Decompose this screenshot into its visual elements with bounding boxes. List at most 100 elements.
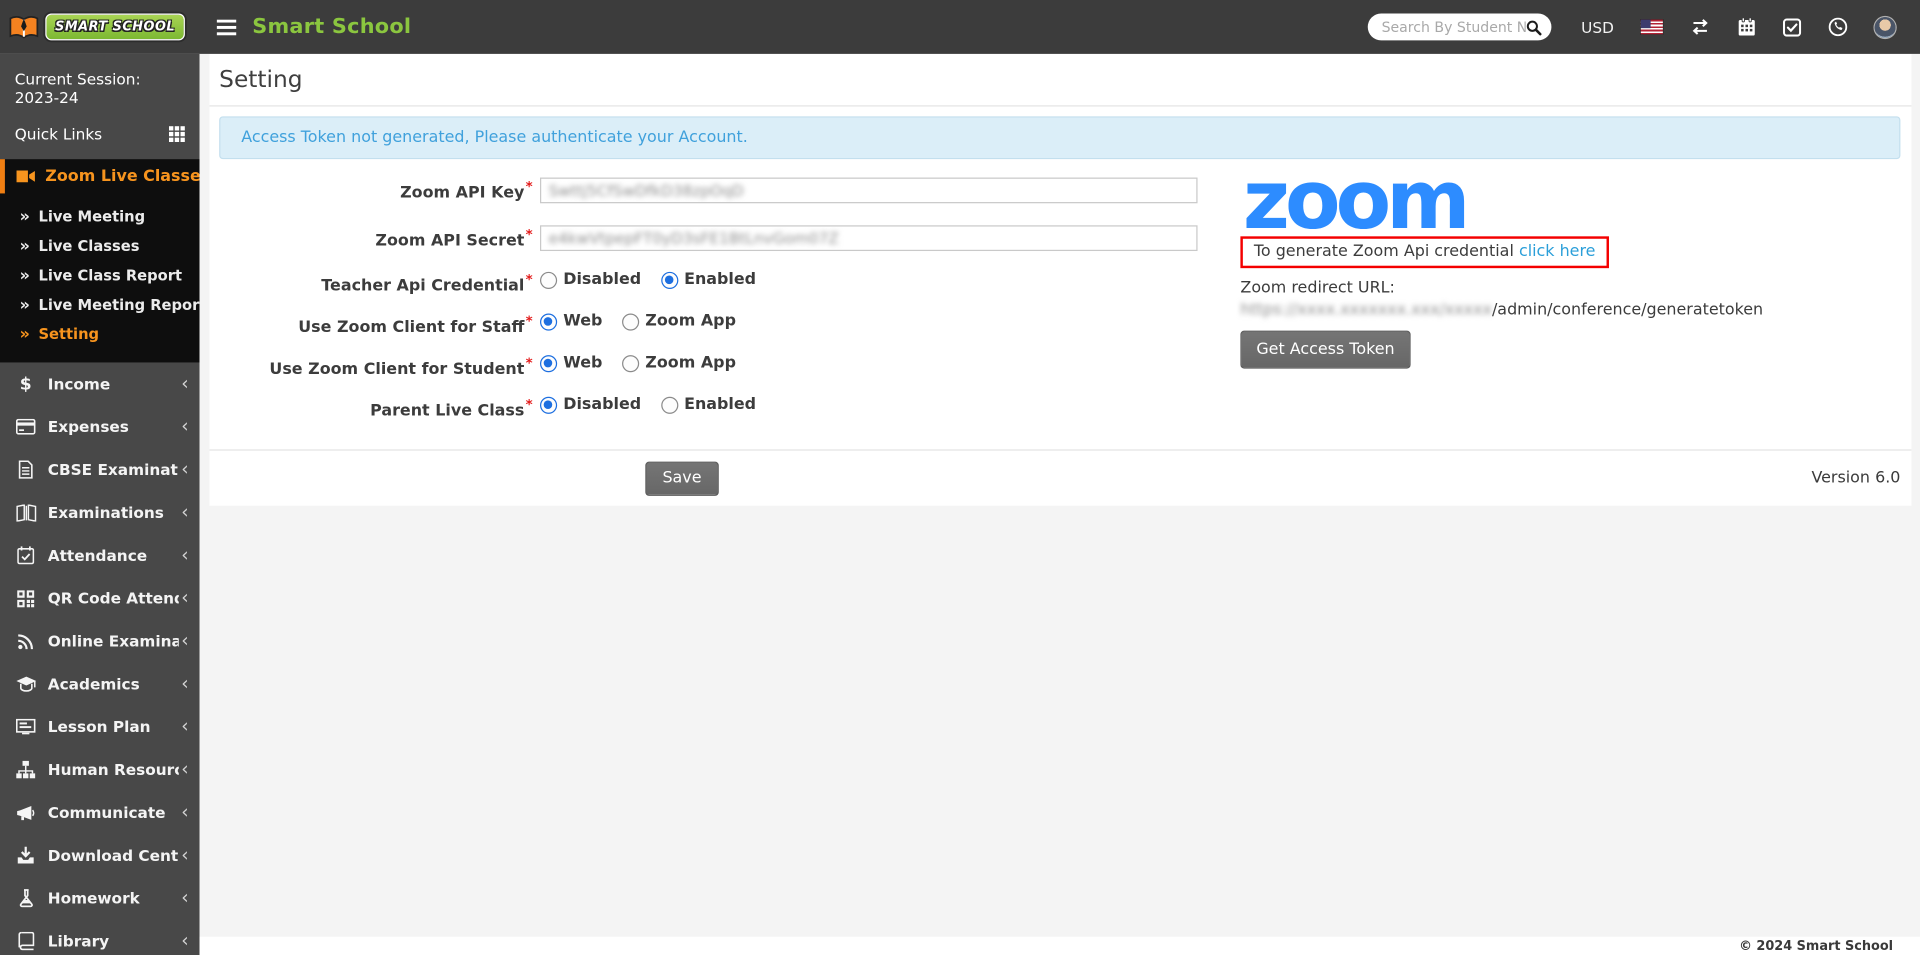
sidebar-item-qr-code-attendance[interactable]: QR Code Attendance‹: [0, 577, 200, 620]
use-zoom-client-for-staff-option-web[interactable]: Web: [540, 313, 602, 330]
whatsapp-button[interactable]: [1828, 17, 1848, 37]
sidebar-item-human-resource[interactable]: Human Resource‹: [0, 748, 200, 791]
sidebar-subitem-live-meeting[interactable]: »Live Meeting: [0, 202, 200, 231]
required-asterisk: *: [526, 396, 533, 412]
subitem-label: Live Classes: [38, 238, 139, 255]
qrcode-icon: [15, 590, 37, 607]
zoom-api-secret-input[interactable]: e4kwVtpepFT0yD3sFE1BtLnvGom07Z: [540, 225, 1198, 251]
radio-option-label: Web: [563, 313, 602, 330]
currency-label[interactable]: USD: [1581, 18, 1614, 36]
use-zoom-client-for-staff-option-zoom-app[interactable]: Zoom App: [622, 313, 736, 330]
teacher-api-credential-option-enabled[interactable]: Enabled: [661, 271, 756, 288]
sidebar-item-homework[interactable]: Homework‹: [0, 877, 200, 920]
sidebar-item-communicate[interactable]: Communicate‹: [0, 791, 200, 834]
quick-links-label: Quick Links: [15, 125, 102, 143]
menu-item-label: Academics: [48, 675, 140, 693]
calendar-icon: [1738, 17, 1756, 37]
teacher-api-credential-option-disabled[interactable]: Disabled: [540, 271, 641, 288]
menu-item-label: Expenses: [48, 418, 129, 436]
required-asterisk: *: [526, 179, 533, 195]
parent-live-class-option-disabled[interactable]: Disabled: [540, 396, 641, 413]
page-footer: © 2024 Smart School: [200, 937, 1920, 955]
whatsapp-icon: [1828, 17, 1848, 37]
radio-unchecked-icon: [540, 271, 557, 288]
radio-option-label: Disabled: [563, 396, 641, 413]
parent-live-class-option-enabled[interactable]: Enabled: [661, 396, 756, 413]
sidebar-subitem-live-meeting-report[interactable]: » Live Meeting Report: [0, 290, 200, 319]
download-icon: [15, 846, 37, 864]
menu-item-label: Lesson Plan: [48, 718, 151, 736]
sidebar-toggle-button[interactable]: [217, 19, 237, 35]
chevron-left-icon: ‹: [179, 675, 189, 693]
search-input[interactable]: [1382, 18, 1526, 35]
field-content: Swttj5CfSwDfkD38zpOqD: [540, 174, 1206, 206]
card-body: Access Token not generated, Please authe…: [209, 107, 1911, 449]
zoom-panel: zoom To generate Zoom Api credential cli…: [1240, 174, 1900, 437]
language-flag-us-icon[interactable]: [1641, 20, 1663, 35]
chevron-left-icon: ‹: [179, 718, 189, 736]
sidebar-item-download-center[interactable]: Download Center‹: [0, 834, 200, 877]
session-switch-button[interactable]: [1690, 18, 1711, 35]
radio-option-label: Web: [563, 355, 602, 372]
field-label: Parent Live Class*: [219, 395, 540, 415]
save-button[interactable]: Save: [645, 461, 718, 495]
settings-form: Zoom API Key*Swttj5CfSwDfkD38zpOqDZoom A…: [219, 174, 1900, 437]
sidebar-item-cbse-examination[interactable]: CBSE Examination‹: [0, 448, 200, 491]
sidebar-item-expenses[interactable]: Expenses‹: [0, 405, 200, 448]
sidebar-item-examinations[interactable]: Examinations‹: [0, 491, 200, 534]
user-avatar[interactable]: [1875, 17, 1896, 38]
chevron-left-icon: ‹: [179, 460, 189, 478]
menu-item-label: Communicate: [48, 803, 166, 821]
click-here-link[interactable]: click here: [1519, 242, 1596, 260]
sidebar-item-attendance[interactable]: Attendance‹: [0, 534, 200, 577]
copyright-label: © 2024 Smart School: [1739, 939, 1893, 954]
chevron-left-icon: ‹: [179, 589, 189, 607]
sidebar-item-zoom-live-classes[interactable]: Zoom Live Classes: [0, 159, 200, 193]
quick-links[interactable]: Quick Links: [0, 119, 200, 159]
logo-book-icon: [9, 14, 40, 40]
check-square-icon: [1783, 18, 1801, 36]
file-lines-icon: [15, 460, 37, 478]
form-row-zoom-api-key: Zoom API Key*Swttj5CfSwDfkD38zpOqD: [219, 174, 1206, 206]
sidebar-subitem-live-classes[interactable]: »Live Classes: [0, 231, 200, 260]
current-session-label: Current Session: 2023-24: [0, 54, 200, 119]
setting-card: Setting Access Token not generated, Plea…: [209, 54, 1911, 505]
active-menu-label: Zoom Live Classes: [45, 167, 199, 185]
form-fields: Zoom API Key*Swttj5CfSwDfkD38zpOqDZoom A…: [219, 174, 1206, 437]
sidebar-item-income[interactable]: $Income‹: [0, 362, 200, 405]
use-zoom-client-for-student-option-zoom-app[interactable]: Zoom App: [622, 355, 736, 372]
zoom-api-key-input[interactable]: Swttj5CfSwDfkD38zpOqD: [540, 177, 1198, 203]
angles-right-icon: »: [20, 297, 30, 313]
use-zoom-client-for-student-option-web[interactable]: Web: [540, 355, 602, 372]
bullhorn-icon: [15, 804, 37, 821]
tasks-button[interactable]: [1783, 18, 1801, 36]
sidebar-item-online-examinations[interactable]: Online Examinations‹: [0, 620, 200, 663]
get-access-token-button[interactable]: Get Access Token: [1240, 331, 1410, 369]
calendar-button[interactable]: [1738, 17, 1756, 37]
radio-option-label: Disabled: [563, 271, 641, 288]
radio-unchecked-icon: [661, 396, 678, 413]
form-row-parent-live-class: Parent Live Class* Disabled Enabled: [219, 395, 1206, 415]
app-logo[interactable]: SMART SCHOOL: [0, 0, 200, 54]
search-icon[interactable]: [1526, 19, 1542, 35]
subitem-label: Live Meeting Report: [38, 296, 199, 313]
sidebar: Current Session: 2023-24 Quick Links Zoo…: [0, 54, 200, 955]
menu-item-label: Online Examinations: [48, 632, 179, 650]
radio-option-label: Enabled: [684, 271, 756, 288]
menu-item-label: Homework: [48, 889, 140, 907]
sidebar-subitem-live-class-report[interactable]: »Live Class Report: [0, 261, 200, 290]
subitem-label: Live Meeting: [38, 208, 145, 225]
form-row-teacher-api-credential: Teacher Api Credential*DisabledEnabled: [219, 270, 1206, 290]
chevron-left-icon: ‹: [179, 546, 189, 564]
student-search: [1368, 13, 1552, 40]
field-content: Disabled Enabled: [540, 270, 1206, 290]
sidebar-item-library[interactable]: Library‹: [0, 920, 200, 955]
chevron-left-icon: ‹: [179, 375, 189, 393]
redirect-url-visible-part: /admin/conference/generatetoken: [1492, 301, 1763, 319]
sidebar-item-academics[interactable]: Academics ‹: [0, 662, 200, 705]
card-header: Setting: [209, 54, 1911, 107]
sidebar-subitem-setting[interactable]: »Setting: [0, 320, 200, 349]
sidebar-item-lesson-plan[interactable]: Lesson Plan ‹: [0, 705, 200, 748]
chalkboard-icon: [15, 719, 37, 735]
access-token-alert: Access Token not generated, Please authe…: [219, 116, 1900, 159]
